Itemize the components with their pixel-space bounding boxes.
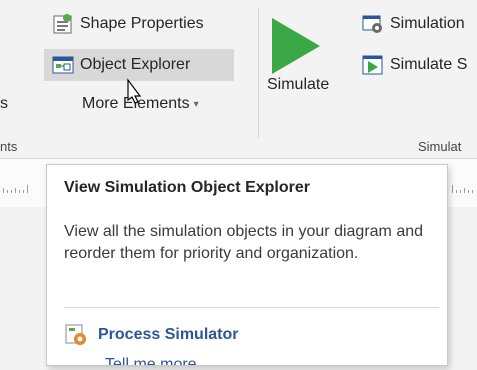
simulate-selected-button[interactable]: Simulate S bbox=[362, 49, 467, 81]
object-explorer-icon bbox=[52, 54, 74, 76]
simulate-selected-icon bbox=[362, 54, 384, 76]
group-label-left: nts bbox=[0, 139, 18, 154]
play-icon bbox=[270, 16, 322, 81]
tooltip-divider bbox=[64, 307, 439, 308]
simulate-small-label: Simulate S bbox=[390, 56, 468, 73]
simulation-top-label: Simulation bbox=[390, 15, 465, 32]
simulation-settings-icon bbox=[362, 13, 384, 35]
left-cut-label: s bbox=[0, 95, 8, 112]
tooltip-addin: Process Simulator bbox=[64, 323, 239, 347]
shape-properties-label: Shape Properties bbox=[80, 15, 204, 32]
tooltip-title: View Simulation Object Explorer bbox=[64, 179, 310, 196]
mouse-cursor-icon bbox=[116, 78, 146, 114]
tooltip-description: View all the simulation objects in your … bbox=[64, 223, 424, 262]
simulation-settings-button[interactable]: Simulation bbox=[362, 8, 465, 40]
addin-name: Process Simulator bbox=[98, 326, 239, 343]
process-simulator-icon bbox=[64, 323, 88, 347]
ribbon: s Shape Properties Object Explorer More … bbox=[0, 0, 477, 158]
simulate-button[interactable]: Simulate bbox=[262, 10, 358, 132]
tell-me-more-link[interactable]: Tell me more bbox=[105, 356, 197, 365]
tooltip: View Simulation Object Explorer View all… bbox=[46, 164, 448, 366]
group-label-simulation: Simulat bbox=[418, 139, 462, 154]
object-explorer-button[interactable]: Object Explorer bbox=[44, 49, 234, 81]
object-explorer-label: Object Explorer bbox=[80, 56, 191, 73]
shape-properties-button[interactable]: Shape Properties bbox=[52, 8, 204, 40]
group-separator bbox=[258, 8, 259, 138]
chevron-down-icon: ▾ bbox=[193, 98, 199, 110]
shape-properties-icon bbox=[52, 13, 74, 35]
simulate-label: Simulate bbox=[267, 76, 330, 93]
